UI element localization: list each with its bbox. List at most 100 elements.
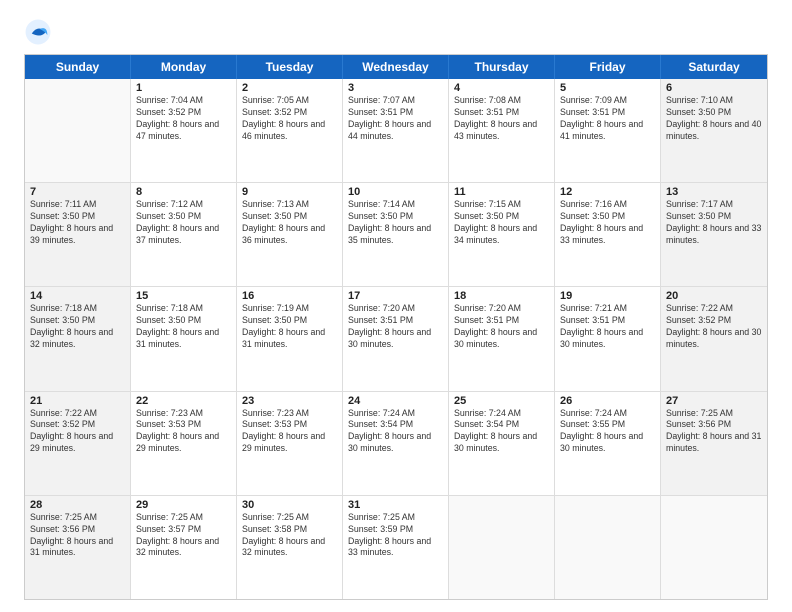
cal-cell-31: 31Sunrise: 7:25 AMSunset: 3:59 PMDayligh… bbox=[343, 496, 449, 599]
page: SundayMondayTuesdayWednesdayThursdayFrid… bbox=[0, 0, 792, 612]
calendar-row-5: 28Sunrise: 7:25 AMSunset: 3:56 PMDayligh… bbox=[25, 495, 767, 599]
cal-cell-10: 10Sunrise: 7:14 AMSunset: 3:50 PMDayligh… bbox=[343, 183, 449, 286]
day-number: 23 bbox=[242, 395, 337, 407]
cal-cell-13: 13Sunrise: 7:17 AMSunset: 3:50 PMDayligh… bbox=[661, 183, 767, 286]
cal-cell-28: 28Sunrise: 7:25 AMSunset: 3:56 PMDayligh… bbox=[25, 496, 131, 599]
cal-cell-25: 25Sunrise: 7:24 AMSunset: 3:54 PMDayligh… bbox=[449, 392, 555, 495]
day-number: 20 bbox=[666, 290, 762, 302]
day-number: 24 bbox=[348, 395, 443, 407]
day-info: Sunrise: 7:15 AMSunset: 3:50 PMDaylight:… bbox=[454, 199, 549, 247]
day-info: Sunrise: 7:07 AMSunset: 3:51 PMDaylight:… bbox=[348, 95, 443, 143]
calendar: SundayMondayTuesdayWednesdayThursdayFrid… bbox=[24, 54, 768, 600]
day-info: Sunrise: 7:05 AMSunset: 3:52 PMDaylight:… bbox=[242, 95, 337, 143]
day-info: Sunrise: 7:11 AMSunset: 3:50 PMDaylight:… bbox=[30, 199, 125, 247]
header-day-thursday: Thursday bbox=[449, 55, 555, 79]
header-day-tuesday: Tuesday bbox=[237, 55, 343, 79]
calendar-row-4: 21Sunrise: 7:22 AMSunset: 3:52 PMDayligh… bbox=[25, 391, 767, 495]
day-number: 31 bbox=[348, 499, 443, 511]
cal-cell-6: 6Sunrise: 7:10 AMSunset: 3:50 PMDaylight… bbox=[661, 79, 767, 182]
cal-cell-11: 11Sunrise: 7:15 AMSunset: 3:50 PMDayligh… bbox=[449, 183, 555, 286]
day-info: Sunrise: 7:25 AMSunset: 3:58 PMDaylight:… bbox=[242, 512, 337, 560]
day-info: Sunrise: 7:23 AMSunset: 3:53 PMDaylight:… bbox=[242, 408, 337, 456]
day-number: 18 bbox=[454, 290, 549, 302]
header-day-monday: Monday bbox=[131, 55, 237, 79]
calendar-header-row: SundayMondayTuesdayWednesdayThursdayFrid… bbox=[25, 55, 767, 79]
header-day-sunday: Sunday bbox=[25, 55, 131, 79]
day-info: Sunrise: 7:14 AMSunset: 3:50 PMDaylight:… bbox=[348, 199, 443, 247]
day-number: 19 bbox=[560, 290, 655, 302]
cal-cell-27: 27Sunrise: 7:25 AMSunset: 3:56 PMDayligh… bbox=[661, 392, 767, 495]
day-info: Sunrise: 7:13 AMSunset: 3:50 PMDaylight:… bbox=[242, 199, 337, 247]
cal-cell-17: 17Sunrise: 7:20 AMSunset: 3:51 PMDayligh… bbox=[343, 287, 449, 390]
day-info: Sunrise: 7:18 AMSunset: 3:50 PMDaylight:… bbox=[30, 303, 125, 351]
day-info: Sunrise: 7:04 AMSunset: 3:52 PMDaylight:… bbox=[136, 95, 231, 143]
day-info: Sunrise: 7:25 AMSunset: 3:56 PMDaylight:… bbox=[30, 512, 125, 560]
day-number: 17 bbox=[348, 290, 443, 302]
day-info: Sunrise: 7:18 AMSunset: 3:50 PMDaylight:… bbox=[136, 303, 231, 351]
day-number: 13 bbox=[666, 186, 762, 198]
calendar-row-1: 1Sunrise: 7:04 AMSunset: 3:52 PMDaylight… bbox=[25, 79, 767, 182]
day-info: Sunrise: 7:21 AMSunset: 3:51 PMDaylight:… bbox=[560, 303, 655, 351]
cal-cell-7: 7Sunrise: 7:11 AMSunset: 3:50 PMDaylight… bbox=[25, 183, 131, 286]
logo bbox=[24, 18, 56, 46]
cal-cell-23: 23Sunrise: 7:23 AMSunset: 3:53 PMDayligh… bbox=[237, 392, 343, 495]
day-info: Sunrise: 7:25 AMSunset: 3:57 PMDaylight:… bbox=[136, 512, 231, 560]
day-info: Sunrise: 7:12 AMSunset: 3:50 PMDaylight:… bbox=[136, 199, 231, 247]
day-info: Sunrise: 7:19 AMSunset: 3:50 PMDaylight:… bbox=[242, 303, 337, 351]
day-info: Sunrise: 7:22 AMSunset: 3:52 PMDaylight:… bbox=[30, 408, 125, 456]
day-info: Sunrise: 7:24 AMSunset: 3:54 PMDaylight:… bbox=[348, 408, 443, 456]
cal-cell-15: 15Sunrise: 7:18 AMSunset: 3:50 PMDayligh… bbox=[131, 287, 237, 390]
cal-cell-2: 2Sunrise: 7:05 AMSunset: 3:52 PMDaylight… bbox=[237, 79, 343, 182]
calendar-body: 1Sunrise: 7:04 AMSunset: 3:52 PMDaylight… bbox=[25, 79, 767, 599]
cal-cell-24: 24Sunrise: 7:24 AMSunset: 3:54 PMDayligh… bbox=[343, 392, 449, 495]
day-info: Sunrise: 7:23 AMSunset: 3:53 PMDaylight:… bbox=[136, 408, 231, 456]
day-number: 11 bbox=[454, 186, 549, 198]
day-info: Sunrise: 7:16 AMSunset: 3:50 PMDaylight:… bbox=[560, 199, 655, 247]
cal-cell-empty-6 bbox=[661, 496, 767, 599]
cal-cell-29: 29Sunrise: 7:25 AMSunset: 3:57 PMDayligh… bbox=[131, 496, 237, 599]
day-info: Sunrise: 7:25 AMSunset: 3:59 PMDaylight:… bbox=[348, 512, 443, 560]
cal-cell-empty-5 bbox=[555, 496, 661, 599]
day-number: 1 bbox=[136, 82, 231, 94]
day-number: 15 bbox=[136, 290, 231, 302]
cal-cell-9: 9Sunrise: 7:13 AMSunset: 3:50 PMDaylight… bbox=[237, 183, 343, 286]
calendar-row-3: 14Sunrise: 7:18 AMSunset: 3:50 PMDayligh… bbox=[25, 286, 767, 390]
day-number: 9 bbox=[242, 186, 337, 198]
day-number: 30 bbox=[242, 499, 337, 511]
cal-cell-22: 22Sunrise: 7:23 AMSunset: 3:53 PMDayligh… bbox=[131, 392, 237, 495]
day-info: Sunrise: 7:09 AMSunset: 3:51 PMDaylight:… bbox=[560, 95, 655, 143]
day-number: 28 bbox=[30, 499, 125, 511]
day-number: 3 bbox=[348, 82, 443, 94]
header-day-saturday: Saturday bbox=[661, 55, 767, 79]
day-number: 4 bbox=[454, 82, 549, 94]
day-number: 14 bbox=[30, 290, 125, 302]
day-info: Sunrise: 7:20 AMSunset: 3:51 PMDaylight:… bbox=[348, 303, 443, 351]
day-number: 8 bbox=[136, 186, 231, 198]
cal-cell-19: 19Sunrise: 7:21 AMSunset: 3:51 PMDayligh… bbox=[555, 287, 661, 390]
cal-cell-12: 12Sunrise: 7:16 AMSunset: 3:50 PMDayligh… bbox=[555, 183, 661, 286]
cal-cell-1: 1Sunrise: 7:04 AMSunset: 3:52 PMDaylight… bbox=[131, 79, 237, 182]
day-number: 29 bbox=[136, 499, 231, 511]
day-number: 26 bbox=[560, 395, 655, 407]
day-number: 22 bbox=[136, 395, 231, 407]
day-number: 25 bbox=[454, 395, 549, 407]
day-info: Sunrise: 7:25 AMSunset: 3:56 PMDaylight:… bbox=[666, 408, 762, 456]
day-info: Sunrise: 7:08 AMSunset: 3:51 PMDaylight:… bbox=[454, 95, 549, 143]
day-number: 12 bbox=[560, 186, 655, 198]
day-info: Sunrise: 7:22 AMSunset: 3:52 PMDaylight:… bbox=[666, 303, 762, 351]
header bbox=[24, 18, 768, 46]
day-info: Sunrise: 7:10 AMSunset: 3:50 PMDaylight:… bbox=[666, 95, 762, 143]
day-info: Sunrise: 7:24 AMSunset: 3:55 PMDaylight:… bbox=[560, 408, 655, 456]
cal-cell-3: 3Sunrise: 7:07 AMSunset: 3:51 PMDaylight… bbox=[343, 79, 449, 182]
cal-cell-14: 14Sunrise: 7:18 AMSunset: 3:50 PMDayligh… bbox=[25, 287, 131, 390]
cal-cell-16: 16Sunrise: 7:19 AMSunset: 3:50 PMDayligh… bbox=[237, 287, 343, 390]
day-number: 27 bbox=[666, 395, 762, 407]
cal-cell-5: 5Sunrise: 7:09 AMSunset: 3:51 PMDaylight… bbox=[555, 79, 661, 182]
day-info: Sunrise: 7:17 AMSunset: 3:50 PMDaylight:… bbox=[666, 199, 762, 247]
logo-icon bbox=[24, 18, 52, 46]
day-number: 7 bbox=[30, 186, 125, 198]
day-info: Sunrise: 7:24 AMSunset: 3:54 PMDaylight:… bbox=[454, 408, 549, 456]
header-day-wednesday: Wednesday bbox=[343, 55, 449, 79]
cal-cell-empty-0 bbox=[25, 79, 131, 182]
cal-cell-26: 26Sunrise: 7:24 AMSunset: 3:55 PMDayligh… bbox=[555, 392, 661, 495]
